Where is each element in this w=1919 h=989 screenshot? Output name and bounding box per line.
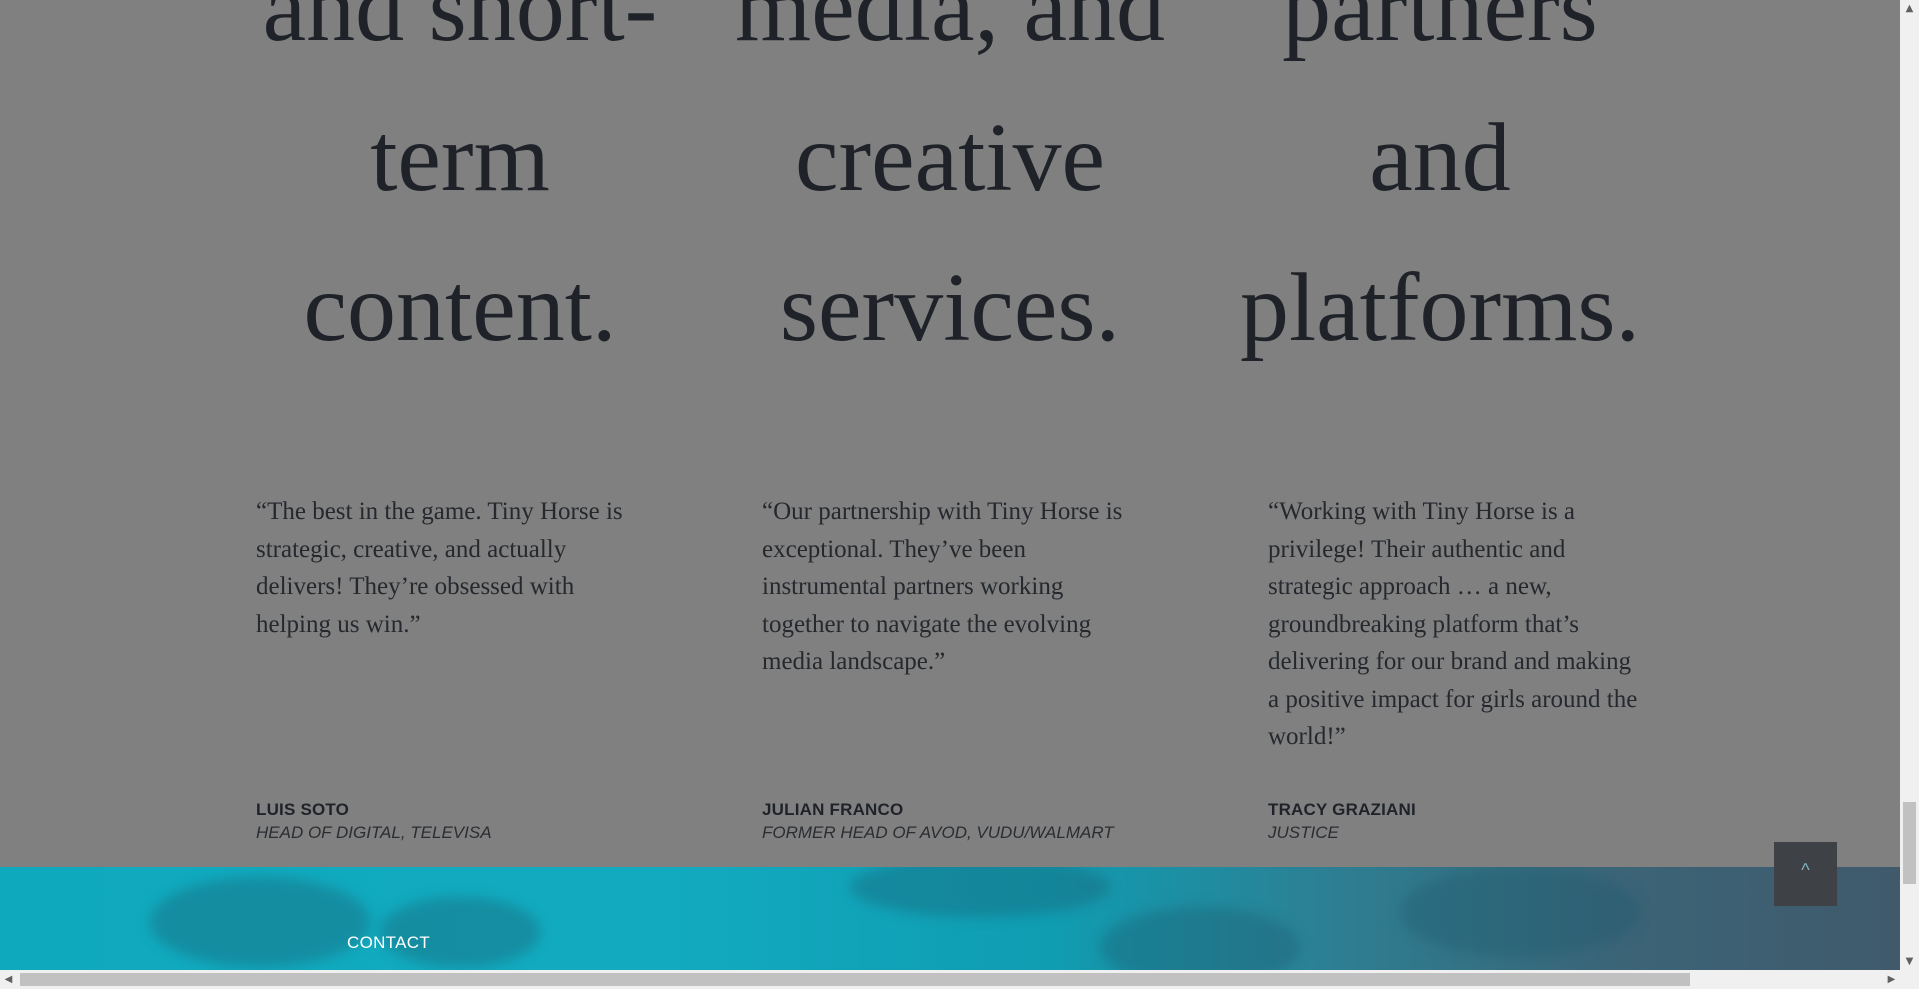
vertical-scrollbar[interactable]: ▲ ▼ (1900, 0, 1919, 970)
footer-band: CONTACT (0, 867, 1900, 970)
footer-contact-link[interactable]: CONTACT (347, 933, 430, 953)
page: and short- term content. media, and crea… (0, 0, 1919, 989)
testimonial-author-3: TRACY GRAZIANI JUSTICE (1268, 799, 1688, 845)
scroll-up-arrow-icon[interactable]: ▲ (1900, 0, 1919, 17)
footer-texture (380, 897, 540, 967)
author-name: LUIS SOTO (256, 800, 350, 819)
headline-line: term (370, 104, 550, 212)
headline-line: services. (779, 254, 1121, 362)
testimonial-quote-1: “The best in the game. Tiny Horse is str… (256, 493, 626, 643)
headline-line: and short- (262, 0, 658, 62)
headline-line: platforms. (1239, 254, 1641, 362)
scrollbar-corner (1900, 970, 1919, 989)
vertical-scroll-thumb[interactable] (1903, 802, 1916, 884)
headline-line: and (1369, 104, 1511, 212)
scroll-left-arrow-icon[interactable]: ◀ (0, 970, 17, 989)
horizontal-scrollbar[interactable]: ◀ ▶ (0, 970, 1900, 989)
headline-line: partners (1282, 0, 1598, 62)
author-role: HEAD OF DIGITAL, TELEVISA (256, 823, 492, 842)
testimonial-author-2: JULIAN FRANCO FORMER HEAD OF AVOD, VUDU/… (762, 799, 1182, 845)
footer-texture (850, 867, 1110, 917)
viewport: and short- term content. media, and crea… (0, 0, 1900, 970)
footer-texture (150, 877, 370, 967)
author-role: FORMER HEAD OF AVOD, VUDU/WALMART (762, 823, 1114, 842)
author-role: JUSTICE (1268, 823, 1339, 842)
quote-text: “Working with Tiny Horse is a privilege!… (1268, 498, 1638, 750)
horizontal-scroll-thumb[interactable] (20, 973, 1690, 986)
headline-line: creative (794, 104, 1106, 212)
testimonial-quote-2: “Our partnership with Tiny Horse is exce… (762, 493, 1132, 681)
testimonial-author-1: LUIS SOTO HEAD OF DIGITAL, TELEVISA (256, 799, 676, 845)
headline-line: media, and (735, 0, 1165, 62)
headline-line: content. (303, 254, 617, 362)
author-name: JULIAN FRANCO (762, 800, 904, 819)
scroll-right-arrow-icon[interactable]: ▶ (1883, 970, 1900, 989)
headline-column-platforms: partners and platforms. (1190, 0, 1690, 383)
footer-texture (1400, 867, 1640, 957)
scroll-down-arrow-icon[interactable]: ▼ (1900, 953, 1919, 970)
headline-column-content: and short- term content. (210, 0, 710, 383)
author-name: TRACY GRAZIANI (1268, 800, 1416, 819)
quote-text: “Our partnership with Tiny Horse is exce… (762, 498, 1123, 675)
quote-text: “The best in the game. Tiny Horse is str… (256, 498, 623, 638)
back-to-top-button[interactable]: ^ (1774, 842, 1837, 906)
headline-column-services: media, and creative services. (700, 0, 1200, 383)
footer-texture (1100, 907, 1300, 970)
testimonial-quote-3: “Working with Tiny Horse is a privilege!… (1268, 493, 1638, 756)
